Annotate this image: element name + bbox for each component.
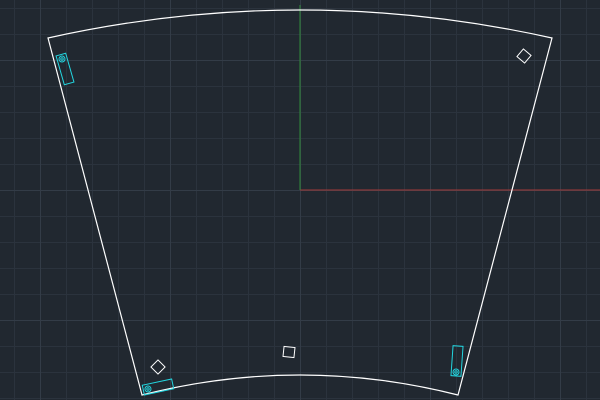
cad-drawing-viewport[interactable] [0,0,600,400]
cad-canvas[interactable] [0,0,600,400]
